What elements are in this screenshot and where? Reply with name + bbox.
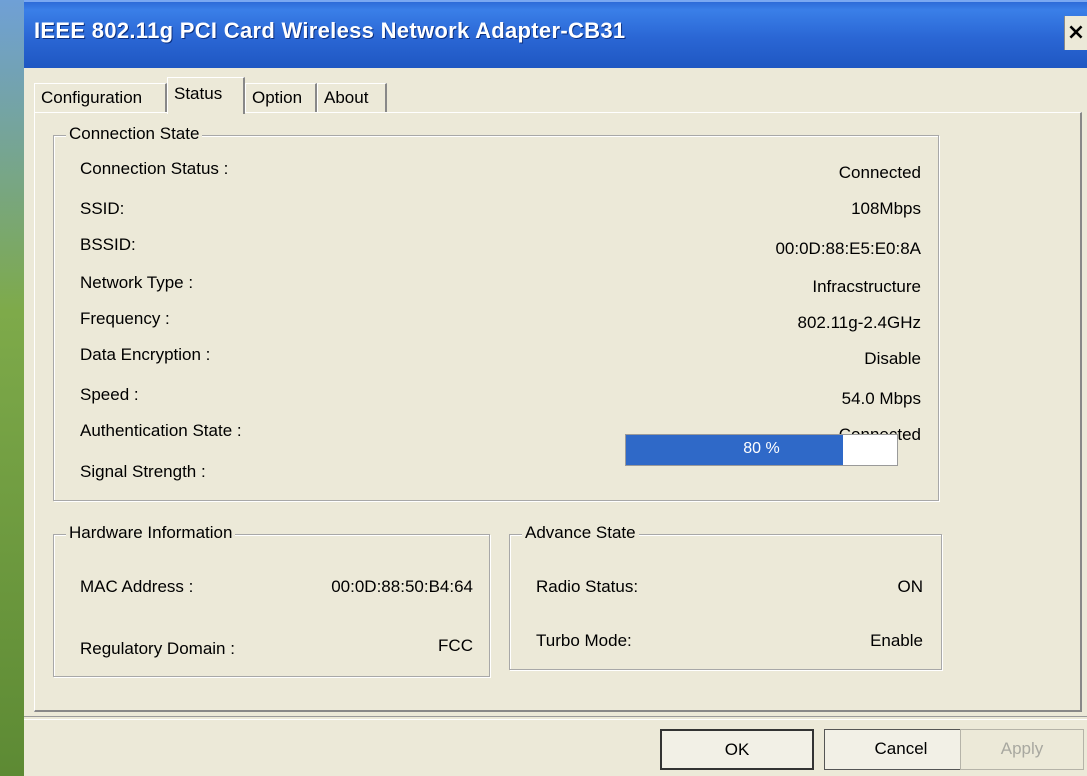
apply-button[interactable]: Apply bbox=[960, 729, 1084, 770]
title-bar[interactable]: IEEE 802.11g PCI Card Wireless Network A… bbox=[24, 0, 1087, 68]
close-icon[interactable]: × bbox=[1064, 16, 1087, 50]
mac-address-value: 00:0D:88:50:B4:64 bbox=[331, 577, 473, 596]
turbo-mode-value: Enable bbox=[870, 631, 923, 650]
tab-configuration[interactable]: Configuration bbox=[34, 83, 167, 113]
tab-status[interactable]: Status bbox=[167, 77, 245, 114]
bssid-label: BSSID: bbox=[80, 235, 136, 254]
bssid-value: 00:0D:88:E5:E0:8A bbox=[775, 239, 921, 258]
radio-status-value: ON bbox=[897, 577, 924, 596]
tab-option[interactable]: Option bbox=[245, 83, 317, 113]
button-separator bbox=[24, 716, 1087, 720]
regulatory-domain-value: FCC bbox=[438, 636, 473, 655]
frequency-label: Frequency : bbox=[80, 309, 170, 328]
speed-label: Speed : bbox=[80, 385, 139, 404]
ssid-label: SSID: bbox=[80, 199, 125, 218]
desktop-background bbox=[0, 0, 26, 776]
network-type-value: Infracstructure bbox=[812, 277, 921, 296]
tab-about[interactable]: About bbox=[317, 83, 387, 113]
connection-status-value: Connected bbox=[838, 163, 921, 182]
ssid-value: 108Mbps bbox=[851, 199, 921, 218]
status-tab-panel: Connection State Connection Status : Con… bbox=[34, 112, 1082, 712]
signal-strength-label: Signal Strength : bbox=[80, 462, 206, 481]
dialog-window: IEEE 802.11g PCI Card Wireless Network A… bbox=[24, 0, 1087, 776]
authentication-state-label: Authentication State : bbox=[80, 421, 242, 440]
signal-strength-percent: 80 % bbox=[743, 440, 780, 457]
mac-address-label: MAC Address : bbox=[80, 577, 194, 596]
connection-status-label: Connection Status : bbox=[80, 159, 229, 178]
ok-button[interactable]: OK bbox=[660, 729, 814, 770]
radio-status-label: Radio Status: bbox=[536, 577, 639, 596]
data-encryption-value: Disable bbox=[864, 349, 921, 368]
turbo-mode-label: Turbo Mode: bbox=[536, 631, 632, 650]
regulatory-domain-label: Regulatory Domain : bbox=[80, 639, 235, 658]
hardware-information-legend: Hardware Information bbox=[66, 523, 236, 543]
network-type-label: Network Type : bbox=[80, 273, 194, 292]
window-title: IEEE 802.11g PCI Card Wireless Network A… bbox=[34, 18, 626, 43]
advance-state-group: Advance State Radio Status: ON Turbo Mod… bbox=[509, 523, 942, 670]
advance-state-legend: Advance State bbox=[522, 523, 639, 543]
connection-state-legend: Connection State bbox=[66, 124, 203, 144]
signal-strength-bar: 80 % bbox=[625, 434, 898, 466]
cancel-button[interactable]: Cancel bbox=[824, 729, 978, 770]
speed-value: 54.0 Mbps bbox=[841, 389, 921, 408]
hardware-information-group: Hardware Information MAC Address : 00:0D… bbox=[53, 523, 490, 677]
data-encryption-label: Data Encryption : bbox=[80, 345, 211, 364]
frequency-value: 802.11g-2.4GHz bbox=[797, 313, 921, 332]
